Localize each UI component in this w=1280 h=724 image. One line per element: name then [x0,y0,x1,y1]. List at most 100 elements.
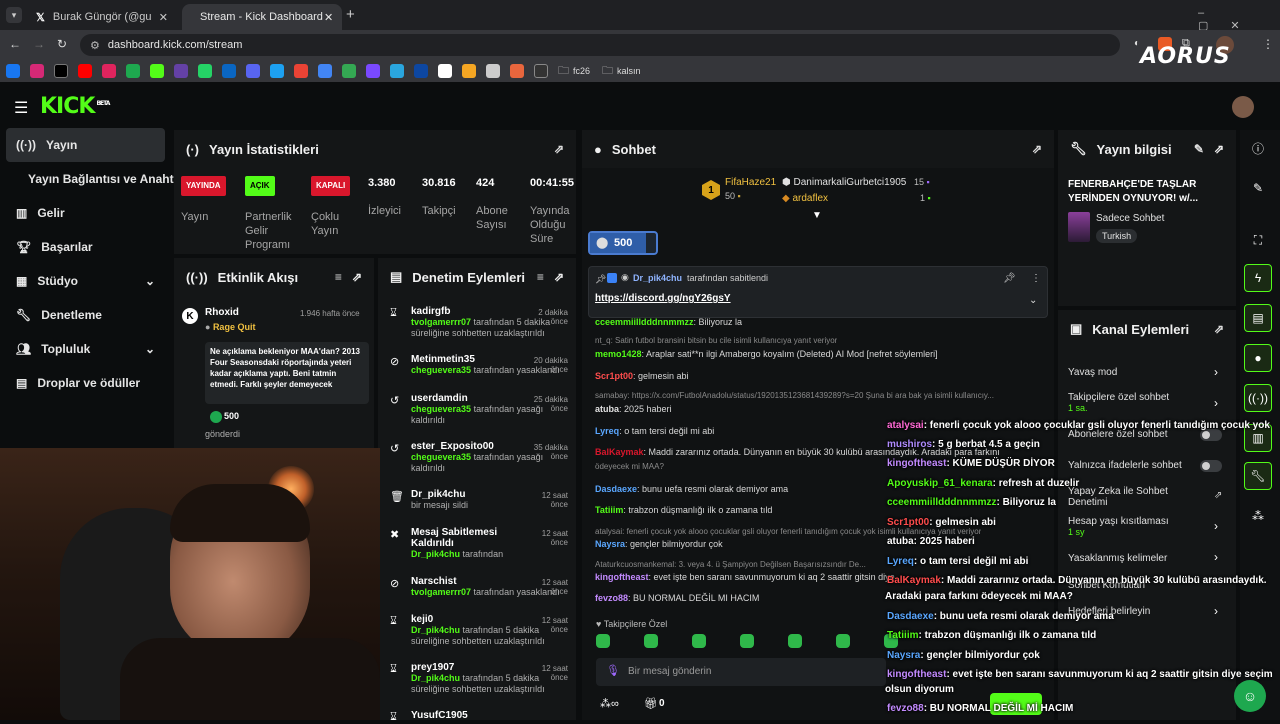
popout-icon[interactable]: ⇗ [352,270,362,284]
sidebar-item-droplar[interactable]: ▤ Droplar ve ödüller [6,366,165,400]
chat-username[interactable]: cceemmiilldddnnmmzz [595,317,694,327]
third-gifter[interactable]: ◆ ardaflex [782,193,828,204]
docs-icon[interactable] [318,64,332,78]
drop-icon[interactable] [126,64,140,78]
youtube-music-icon[interactable] [102,64,116,78]
unpin-icon[interactable]: 📌︎ [1003,273,1016,284]
url-bar[interactable]: ⚙ dashboard.kick.com/stream [80,34,1120,56]
moderation-item[interactable]: ✖ Mesaj Sabitlemesi Kaldırıldı 12 saat önc… [380,527,572,560]
app-icon[interactable] [366,64,380,78]
sidebar-item-basarilar[interactable]: 🏆︎ Başarılar [6,230,165,264]
more-options-icon[interactable]: ⋮ [1031,273,1041,284]
moderator-name[interactable]: tvolgamerrr07 [411,587,471,597]
steam-icon[interactable] [486,64,500,78]
chat-username[interactable]: memo1428 [595,349,642,359]
sidebar-item-studyo[interactable]: ▦ Stüdyo ⌄ [6,264,165,298]
info-icon[interactable]: ⓘ [1244,134,1272,162]
moderation-item[interactable]: ↺ ester_Exposito00 35 dakika önce cheguever… [380,441,572,474]
new-tab-icon[interactable]: + [346,6,355,23]
close-icon[interactable]: ✕ [159,11,168,24]
bookmark-icon[interactable] [270,64,284,78]
action-followers-only[interactable]: Takipçilere özel sohbet 1 sa. [1068,392,1208,414]
popout-icon[interactable]: ⇗ [1214,142,1224,156]
popout-icon[interactable]: ⇗ [1032,142,1042,156]
pen-icon[interactable] [462,64,476,78]
moderation-target[interactable]: userdamdin [411,393,511,404]
whatsapp-icon[interactable] [198,64,212,78]
pinned-link[interactable]: https://discord.gg/ngY26gsY [595,293,731,304]
pencil-icon[interactable]: ✎ [1244,174,1272,202]
moderation-item[interactable]: ⊘ Metinmetin35 20 dakika önce cheguevera35 … [380,354,572,376]
hamburger-menu-icon[interactable]: ☰ [14,98,28,118]
site-info-icon[interactable]: ⚙ [90,39,100,52]
emote-icon[interactable] [788,634,802,648]
kick-icon[interactable] [150,64,164,78]
chat-input[interactable]: 🎙︎ Bir mesaj gönderin [596,658,886,686]
x-icon[interactable] [54,64,68,78]
moderation-target[interactable]: Narschist [411,576,511,587]
category-name[interactable]: Sadece Sohbet [1096,213,1164,224]
sidebar-item-yayin[interactable]: ((·)) Yayın [6,128,165,162]
sidebar-item-topluluk[interactable]: 👥︎ Topluluk ⌄ [6,332,165,366]
chat-username[interactable]: Scr1pt00 [595,371,633,381]
action-account-age[interactable]: Hesap yaşı kısıtlaması 1 sy [1068,516,1169,538]
globe-icon[interactable] [390,64,404,78]
chat-username[interactable]: Tatiiim [595,505,623,515]
sheets-icon[interactable] [342,64,356,78]
popout-icon[interactable]: ⇗ [1214,322,1224,336]
chevron-right-icon[interactable]: › [1214,365,1218,379]
sidebar-item-stream-key[interactable]: Yayın Bağlantısı ve Anahtarı [6,162,188,196]
chat-username[interactable]: Dasdaexe [595,484,637,494]
filter-icon[interactable]: ≡ [335,270,342,284]
goal-bar[interactable]: ⬤ 500 [588,231,658,255]
popout-icon[interactable]: ⇗ [554,270,564,284]
gift-box-icon[interactable]: 🎁︎ [644,697,658,710]
moderation-item[interactable]: ⌛︎ keji0 12 saat önce Dr_pik4chu tarafından… [380,614,572,647]
moderation-target[interactable]: YusufC1905 [411,710,511,721]
sidebar-item-gelir[interactable]: ▥ Gelir [6,196,165,230]
moderation-item[interactable]: ⌛︎ kadirgfb 2 dakika önce tvolgamerrr07 tar… [380,306,572,339]
chevron-down-icon[interactable]: ⌄ [1029,295,1037,306]
sidebar-item-denetleme[interactable]: 🔧︎ Denetleme [6,298,165,332]
p-icon[interactable] [510,64,524,78]
instagram-icon[interactable] [30,64,44,78]
filter-icon[interactable]: ≡ [537,270,544,284]
chat-username[interactable]: kingoftheast [595,572,649,582]
emote-only-toggle[interactable] [1200,460,1222,472]
notes-icon[interactable]: ▤ [1244,304,1272,332]
moderation-item[interactable]: ⌛︎ YusufC1905 [380,710,572,723]
support-chat-icon[interactable]: ☺ [1234,680,1266,712]
back-icon[interactable]: ← [9,37,21,51]
moderation-target[interactable]: Mesaj Sabitlemesi Kaldırıldı [411,527,511,549]
tab-search-icon[interactable]: ▾ [6,7,22,23]
chevron-right-icon[interactable]: › [1214,604,1218,618]
linkedin-icon[interactable] [222,64,236,78]
external-link-icon[interactable]: ⇗ [1214,490,1222,501]
chess-icon[interactable] [438,64,452,78]
discord-icon[interactable] [246,64,260,78]
moderator-name[interactable]: cheguevera35 [411,404,471,414]
moderation-item[interactable]: ⌛︎ prey1907 12 saat önce Dr_pik4chu tarafın… [380,662,572,695]
chat-icon[interactable]: ● [1244,344,1272,372]
moderator-name[interactable]: Dr_pik4chu [411,549,460,559]
close-icon[interactable]: ✕ [324,11,333,24]
moderation-item[interactable]: ↺ userdamdin 25 dakika önce cheguevera35 ta… [380,393,572,426]
reload-icon[interactable]: ↻ [57,37,67,51]
chat-username[interactable]: Lyreq [595,426,619,436]
users-icon[interactable]: ⁂ [1244,502,1272,530]
emote-icon[interactable] [740,634,754,648]
chat-username[interactable]: fevzo88 [595,593,628,603]
chevron-right-icon[interactable]: › [1214,519,1218,533]
facebook-icon[interactable] [6,64,20,78]
top-gifter-name[interactable]: FifaHaze21 [725,177,776,188]
forward-icon[interactable]: → [33,37,45,51]
moderation-target[interactable]: Metinmetin35 [411,354,511,365]
pinned-by[interactable]: Dr_pik4chu [633,273,682,283]
moderation-item[interactable]: 🗑︎ Dr_pik4chu 12 saat önce bir mesajı sild… [380,489,572,511]
chat-username[interactable]: atuba [595,404,619,414]
bookmark-folder-fc26[interactable]: fc26 [573,66,590,76]
prime-icon[interactable] [414,64,428,78]
chevron-right-icon[interactable]: › [1214,396,1218,410]
chevron-right-icon[interactable]: › [1214,550,1218,564]
moderation-target[interactable]: prey1907 [411,662,511,673]
